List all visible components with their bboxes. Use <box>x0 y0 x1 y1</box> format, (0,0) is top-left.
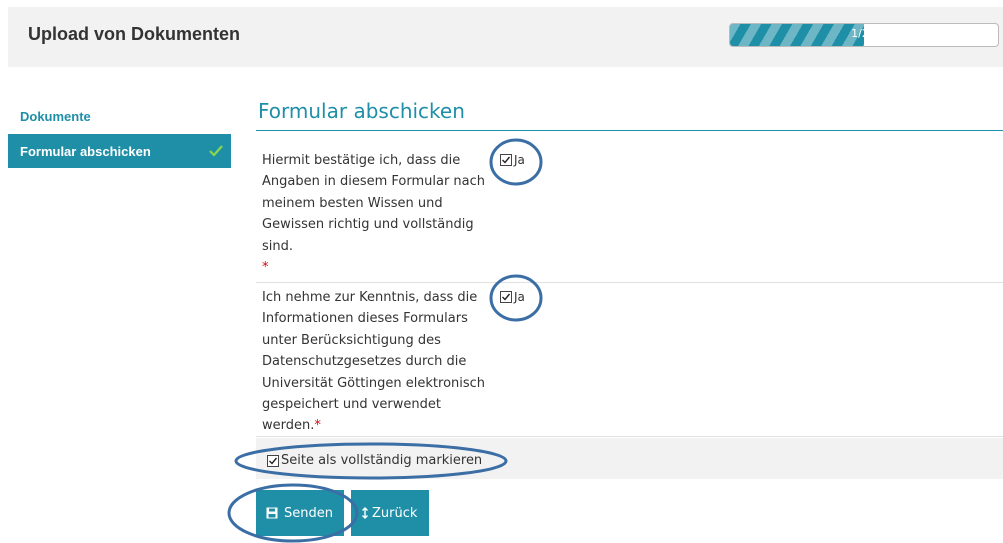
mark-complete-label: Seite als vollständig markieren <box>281 453 483 468</box>
sidebar-item-formular-abschicken[interactable]: Formular abschicken <box>8 134 231 168</box>
mark-complete-row: Seite als vollständig markieren <box>256 438 1003 479</box>
checkbox-label: Ja <box>514 290 525 304</box>
ja-checkbox-confirmation[interactable]: Ja <box>500 153 525 167</box>
send-button-label: Senden <box>284 505 333 521</box>
question-text: Ich nehme zur Kenntnis, dass die Informa… <box>262 290 486 434</box>
question-privacy: Ich nehme zur Kenntnis, dass die Informa… <box>256 283 1003 437</box>
back-button[interactable]: Zurück <box>351 490 429 536</box>
checkbox-checked-icon[interactable] <box>500 291 512 303</box>
progress-text: 1/2 <box>851 27 869 40</box>
send-button[interactable]: Senden <box>256 490 344 536</box>
title-divider <box>256 130 1003 131</box>
required-mark: * <box>314 418 321 434</box>
progress-bar: 1/2 <box>729 23 999 47</box>
checkbox-checked-icon[interactable] <box>267 454 279 467</box>
back-arrow-icon <box>362 507 368 519</box>
required-mark: * <box>262 260 269 276</box>
page-title: Formular abschicken <box>258 99 465 123</box>
sidebar-heading-dokumente[interactable]: Dokumente <box>20 109 91 124</box>
question-text: Hiermit bestätige ich, dass die Angaben … <box>262 153 486 276</box>
checkbox-checked-icon[interactable] <box>500 154 512 166</box>
save-icon <box>266 507 278 519</box>
checkbox-label: Ja <box>514 153 525 167</box>
check-icon <box>209 145 223 157</box>
back-button-label: Zurück <box>372 505 418 521</box>
question-confirmation: Hiermit bestätige ich, dass die Angaben … <box>256 146 1003 283</box>
ja-checkbox-privacy[interactable]: Ja <box>500 290 525 304</box>
sidebar-item-label: Formular abschicken <box>20 144 151 159</box>
page-header-title: Upload von Dokumenten <box>28 24 241 44</box>
progress-bar-fill <box>730 24 864 46</box>
mark-complete-checkbox[interactable]: Seite als vollständig markieren <box>267 453 482 468</box>
